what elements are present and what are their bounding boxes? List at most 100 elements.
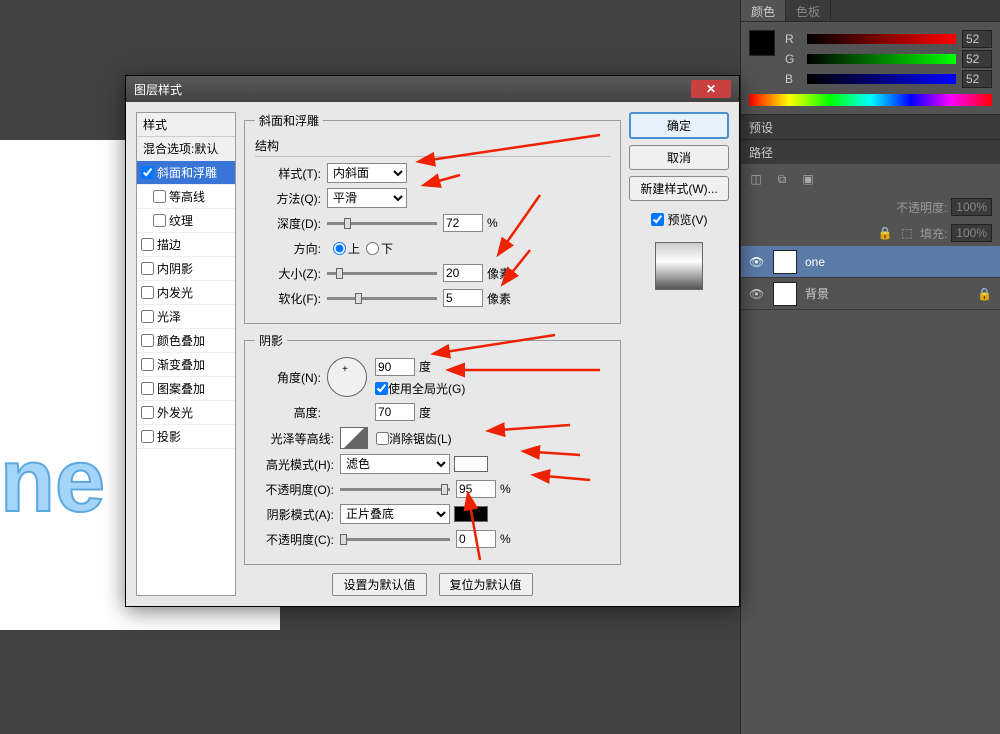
effect-item[interactable]: 投影 (137, 425, 235, 449)
effect-item[interactable]: 等高线 (137, 185, 235, 209)
effect-item[interactable]: 图案叠加 (137, 377, 235, 401)
shadow-mode-select[interactable]: 正片叠底 (340, 504, 450, 524)
blend-options[interactable]: 混合选项:默认 (137, 137, 235, 161)
lock-icon[interactable]: 🔒 (977, 287, 992, 301)
link-icon[interactable]: ⧉ (773, 170, 791, 188)
technique-label: 方法(Q): (255, 190, 327, 207)
foreground-swatch[interactable] (749, 30, 775, 56)
effect-checkbox[interactable] (141, 334, 154, 347)
effect-label: 内阴影 (157, 260, 193, 277)
effect-checkbox[interactable] (141, 310, 154, 323)
effect-checkbox[interactable] (141, 406, 154, 419)
preview-label: 预览(V) (668, 211, 708, 228)
filter-icon[interactable]: ◫ (747, 170, 765, 188)
tab-color[interactable]: 颜色 (741, 0, 786, 21)
layer-style-dialog: 图层样式 ✕ 样式 混合选项:默认 斜面和浮雕等高线纹理描边内阴影内发光光泽颜色… (125, 75, 740, 607)
effect-checkbox[interactable] (153, 190, 166, 203)
soften-input[interactable] (443, 289, 483, 307)
highlight-opacity-input[interactable] (456, 480, 496, 498)
shadow-color-swatch[interactable] (454, 506, 488, 522)
fx-icon[interactable]: ⬚ (898, 224, 916, 242)
cancel-button[interactable]: 取消 (629, 145, 729, 170)
effect-checkbox[interactable] (141, 430, 154, 443)
visibility-icon[interactable]: 👁 (749, 255, 765, 269)
styles-header[interactable]: 样式 (137, 113, 235, 137)
highlight-mode-select[interactable]: 滤色 (340, 454, 450, 474)
fill-value[interactable]: 100% (951, 224, 992, 242)
close-button[interactable]: ✕ (691, 80, 731, 98)
size-input[interactable] (443, 264, 483, 282)
layer-thumb (773, 250, 797, 274)
soften-unit: 像素 (487, 290, 511, 307)
r-slider[interactable] (807, 34, 956, 44)
direction-down-radio[interactable] (366, 242, 379, 255)
effect-checkbox[interactable] (153, 214, 166, 227)
soften-slider[interactable] (327, 297, 437, 300)
canvas-text: ne (0, 430, 105, 533)
visibility-icon[interactable]: 👁 (749, 287, 765, 301)
effect-item[interactable]: 斜面和浮雕 (137, 161, 235, 185)
effect-checkbox[interactable] (141, 286, 154, 299)
effect-label: 描边 (157, 236, 181, 253)
effect-item[interactable]: 描边 (137, 233, 235, 257)
depth-slider[interactable] (327, 222, 437, 225)
effect-item[interactable]: 内发光 (137, 281, 235, 305)
antialias-checkbox[interactable] (376, 432, 389, 445)
mask-icon[interactable]: ▣ (799, 170, 817, 188)
effect-item[interactable]: 内阴影 (137, 257, 235, 281)
global-light-checkbox[interactable] (375, 382, 388, 395)
preview-thumbnail (655, 242, 703, 290)
tab-adjustments[interactable]: 预设 (749, 119, 773, 136)
effect-item[interactable]: 纹理 (137, 209, 235, 233)
effect-checkbox[interactable] (141, 358, 154, 371)
effect-item[interactable]: 光泽 (137, 305, 235, 329)
depth-input[interactable] (443, 214, 483, 232)
ok-button[interactable]: 确定 (629, 112, 729, 139)
angle-input[interactable] (375, 358, 415, 376)
effect-checkbox[interactable] (141, 238, 154, 251)
tab-swatches[interactable]: 色板 (786, 0, 831, 21)
lock-icon[interactable]: 🔒 (876, 224, 894, 242)
effect-checkbox[interactable] (141, 382, 154, 395)
layer-item-one[interactable]: 👁 one (741, 246, 1000, 278)
effect-checkbox[interactable] (141, 262, 154, 275)
hue-bar[interactable] (749, 94, 992, 106)
layer-thumb (773, 282, 797, 306)
effect-item[interactable]: 颜色叠加 (137, 329, 235, 353)
size-slider[interactable] (327, 272, 437, 275)
effects-list: 样式 混合选项:默认 斜面和浮雕等高线纹理描边内阴影内发光光泽颜色叠加渐变叠加图… (136, 112, 236, 596)
b-slider[interactable] (807, 74, 956, 84)
layer-item-bg[interactable]: 👁 背景 🔒 (741, 278, 1000, 310)
shadow-opacity-slider[interactable] (340, 538, 450, 541)
percent-unit2: % (500, 532, 511, 546)
highlight-opacity-slider[interactable] (340, 488, 450, 491)
opacity-value[interactable]: 100% (951, 198, 992, 216)
technique-select[interactable]: 平滑 (327, 188, 407, 208)
new-style-button[interactable]: 新建样式(W)... (629, 176, 729, 201)
altitude-input[interactable] (375, 403, 415, 421)
shading-fieldset: 阴影 角度(N): 度 使用全局光(G) (244, 332, 621, 565)
effect-item[interactable]: 渐变叠加 (137, 353, 235, 377)
preview-checkbox[interactable] (651, 213, 664, 226)
effect-checkbox[interactable] (141, 166, 154, 179)
angle-wheel[interactable] (327, 357, 367, 397)
gloss-contour[interactable] (340, 427, 368, 449)
altitude-label: 高度: (255, 404, 327, 421)
set-default-button[interactable]: 设置为默认值 (332, 573, 426, 596)
tab-paths[interactable]: 路径 (749, 144, 773, 161)
highlight-color-swatch[interactable] (454, 456, 488, 472)
g-value[interactable]: 52 (962, 50, 992, 68)
b-value[interactable]: 52 (962, 70, 992, 88)
shadow-opacity-input[interactable] (456, 530, 496, 548)
g-slider[interactable] (807, 54, 956, 64)
effect-label: 图案叠加 (157, 380, 205, 397)
dialog-titlebar[interactable]: 图层样式 ✕ (126, 76, 739, 102)
r-value[interactable]: 52 (962, 30, 992, 48)
depth-unit: % (487, 216, 498, 230)
effect-item[interactable]: 外发光 (137, 401, 235, 425)
section-title: 斜面和浮雕 (255, 112, 323, 129)
direction-up-radio[interactable] (333, 242, 346, 255)
adjustments-panel: 预设 (741, 114, 1000, 139)
reset-default-button[interactable]: 复位为默认值 (439, 573, 533, 596)
style-select[interactable]: 内斜面 (327, 163, 407, 183)
